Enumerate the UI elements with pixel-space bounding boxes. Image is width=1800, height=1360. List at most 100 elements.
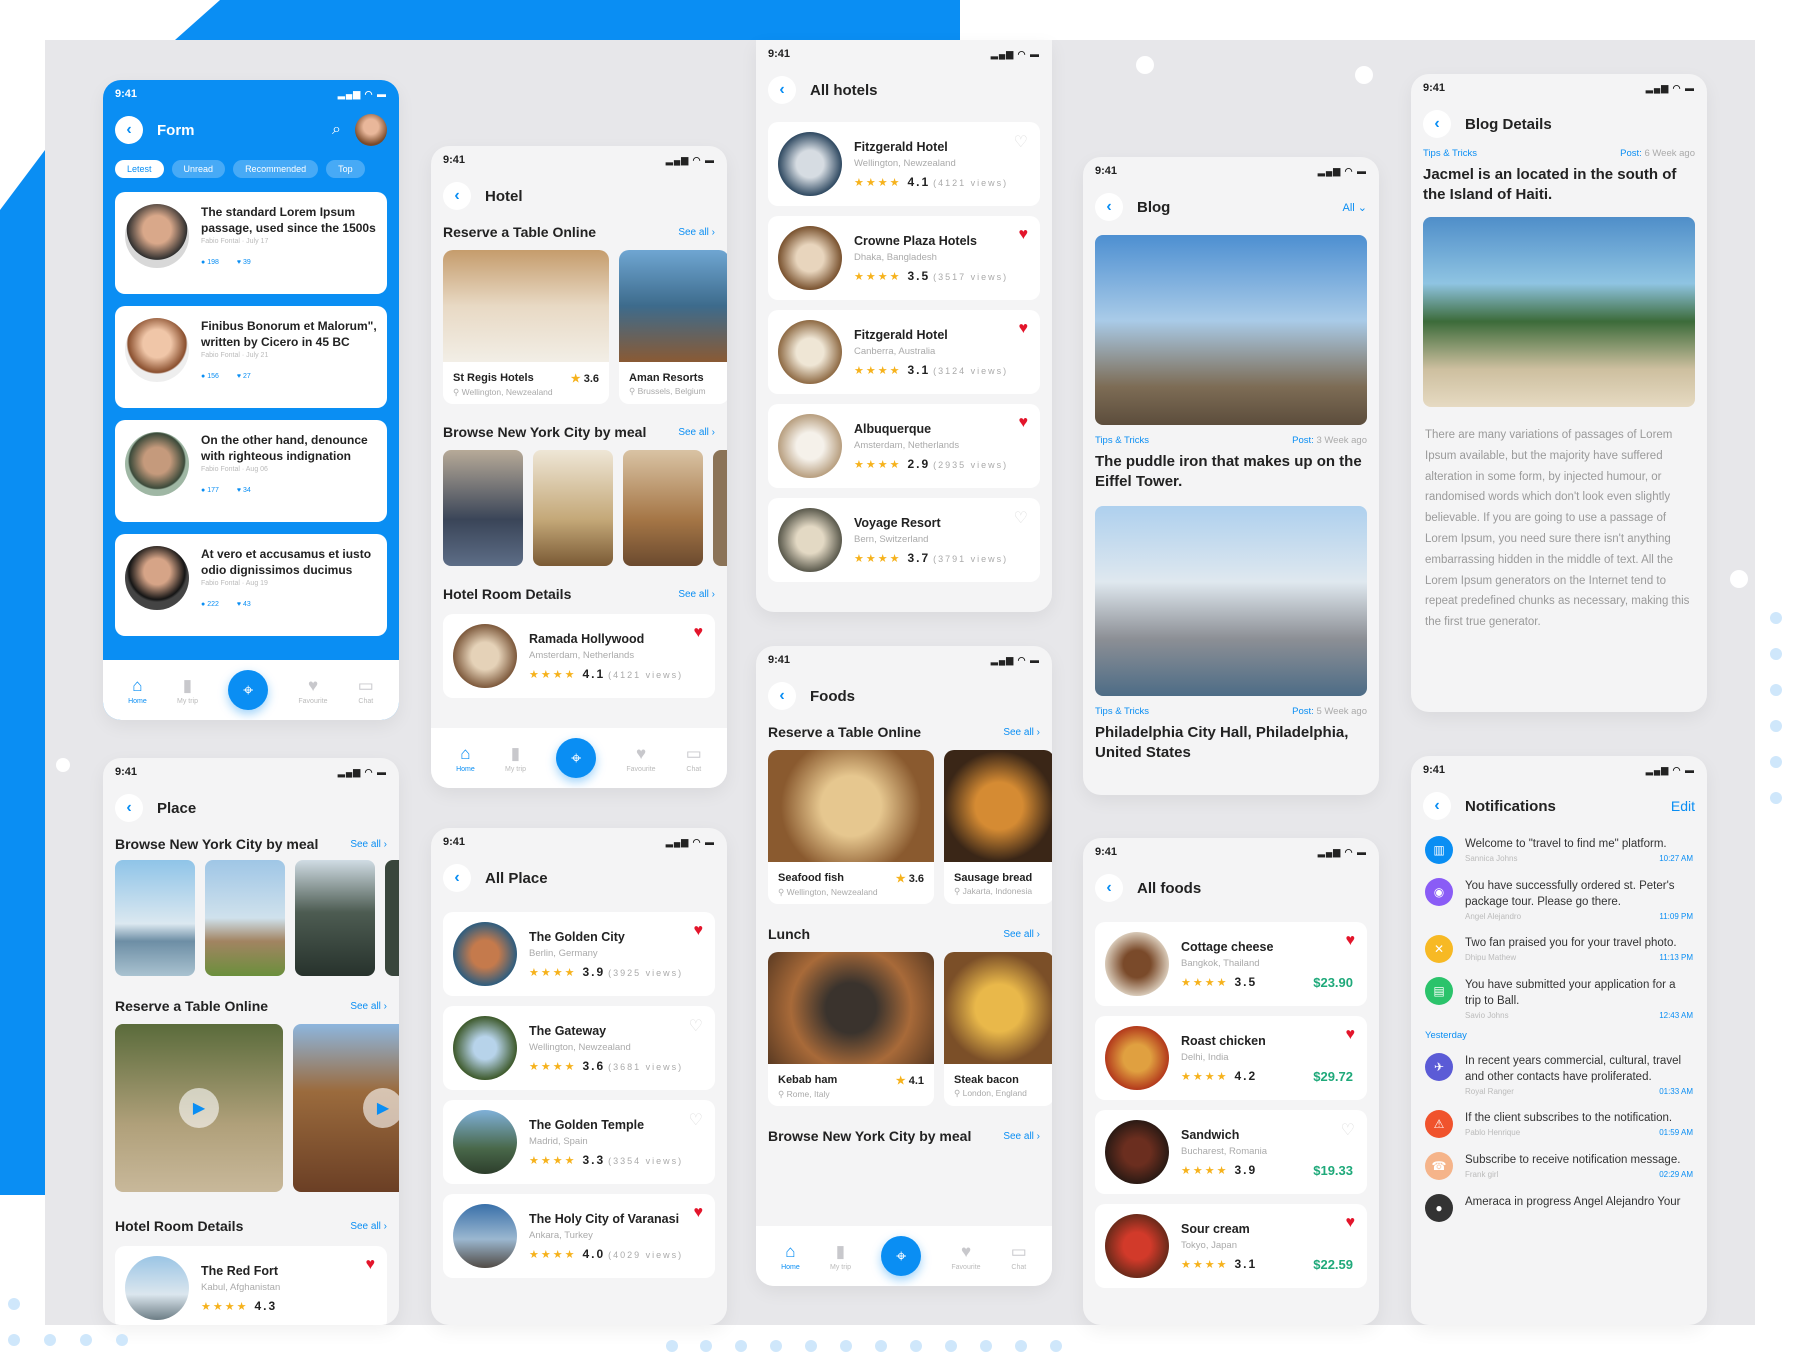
nav-favourite[interactable]: ♥ Favourite xyxy=(298,676,327,705)
notification-item[interactable]: ◉ You have successfully ordered st. Peter… xyxy=(1411,870,1707,927)
heart-outline-icon[interactable]: ♡ xyxy=(689,1016,703,1036)
blog-tag[interactable]: Tips & Tricks xyxy=(1095,706,1149,717)
nav-favourite[interactable]: ♥ Favourite xyxy=(626,744,655,773)
heart-outline-icon[interactable]: ♡ xyxy=(1014,508,1028,528)
hotel-card[interactable]: Aman Resorts ⚲ Brussels, Belgium xyxy=(619,250,727,404)
notification-item[interactable]: ✈ In recent years commercial, cultural, t… xyxy=(1411,1045,1707,1102)
back-button[interactable]: ‹ xyxy=(1423,792,1451,820)
hotel-card[interactable]: Albuquerque Amsterdam, Netherlands ★★★★ 2.9… xyxy=(768,404,1040,488)
heart-icon[interactable]: ♥ xyxy=(1346,932,1356,950)
back-button[interactable]: ‹ xyxy=(115,794,143,822)
play-icon[interactable]: ▶ xyxy=(363,1088,399,1128)
see-all-link[interactable]: See all › xyxy=(678,227,715,238)
food-card[interactable]: Sour cream Tokyo, Japan ★★★★ 3.1 ♥ $22.59 xyxy=(1095,1204,1367,1288)
heart-outline-icon[interactable]: ♡ xyxy=(1014,132,1028,152)
back-button[interactable]: ‹ xyxy=(115,116,143,144)
see-all-link[interactable]: See all › xyxy=(1003,727,1040,738)
food-card[interactable]: Sausage bread ⚲ Jakarta, Indonesia xyxy=(944,750,1052,904)
hotel-card[interactable]: Voyage Resort Bern, Switzerland ★★★★ 3.7 (37… xyxy=(768,498,1040,582)
place-card[interactable]: The Golden Temple Madrid, Spain ★★★★ 3.3 (33… xyxy=(443,1100,715,1184)
heart-icon[interactable]: ♥ xyxy=(1346,1214,1356,1232)
notification-item[interactable]: ☎ Subscribe to receive notification messa… xyxy=(1411,1144,1707,1186)
search-icon[interactable]: ⌕ xyxy=(332,121,341,139)
nav-home[interactable]: ⌂ Home xyxy=(128,676,147,705)
back-button[interactable]: ‹ xyxy=(443,864,471,892)
nav-chat[interactable]: ▭ Chat xyxy=(1011,1242,1027,1271)
blog-image[interactable] xyxy=(1095,506,1367,696)
hotel-card[interactable]: Crowne Plaza Hotels Dhaka, Bangladesh ★★★★… xyxy=(768,216,1040,300)
see-all-link[interactable]: See all › xyxy=(678,589,715,600)
blog-image[interactable] xyxy=(1095,235,1367,425)
place-photo[interactable] xyxy=(385,860,399,976)
avatar[interactable] xyxy=(355,114,387,146)
see-all-link[interactable]: See all › xyxy=(678,427,715,438)
heart-icon[interactable]: ♥ xyxy=(694,922,704,940)
nav-favourite[interactable]: ♥ Favourite xyxy=(951,1242,980,1271)
back-button[interactable]: ‹ xyxy=(768,682,796,710)
room-photo[interactable] xyxy=(713,450,727,566)
heart-icon[interactable]: ♥ xyxy=(1019,320,1029,338)
back-button[interactable]: ‹ xyxy=(1423,110,1451,138)
food-card[interactable]: Sandwich Bucharest, Romania ★★★★ 3.9 ♡ $19.33 xyxy=(1095,1110,1367,1194)
play-icon[interactable]: ▶ xyxy=(179,1088,219,1128)
nav-home[interactable]: ⌂ Home xyxy=(781,1242,800,1271)
room-photo[interactable] xyxy=(443,450,523,566)
back-button[interactable]: ‹ xyxy=(1095,193,1123,221)
nav-home[interactable]: ⌂ Home xyxy=(456,744,475,773)
notification-item[interactable]: ⚠ If the client subscribes to the notific… xyxy=(1411,1102,1707,1144)
place-card[interactable]: The Gateway Wellington, Newzealand ★★★★ 3.6… xyxy=(443,1006,715,1090)
blog-tag[interactable]: Tips & Tricks xyxy=(1423,148,1477,159)
food-card[interactable]: Roast chicken Delhi, India ★★★★ 4.2 ♥ $29.72 xyxy=(1095,1016,1367,1100)
list-item[interactable]: The standard Lorem Ipsum passage, used s… xyxy=(115,192,387,294)
blog-title[interactable]: The puddle iron that makes up on the Eif… xyxy=(1083,446,1379,498)
food-card[interactable]: Cottage cheese Bangkok, Thailand ★★★★ 3.5 ♥ $… xyxy=(1095,922,1367,1006)
nav-chat[interactable]: ▭ Chat xyxy=(358,676,374,705)
room-photo[interactable] xyxy=(533,450,613,566)
list-item[interactable]: On the other hand, denounce with righteo… xyxy=(115,420,387,522)
heart-icon[interactable]: ♥ xyxy=(366,1256,376,1274)
nav-trip[interactable]: ▮ My trip xyxy=(505,744,526,773)
place-card[interactable]: The Red Fort Kabul, Afghanistan ★★★★ 4.3 ♥ xyxy=(115,1246,387,1325)
place-photo[interactable] xyxy=(205,860,285,976)
notification-item[interactable]: ● Ameraca in progress Angel Alejandro You… xyxy=(1411,1186,1707,1228)
heart-outline-icon[interactable]: ♡ xyxy=(1341,1120,1355,1140)
filter-dropdown[interactable]: All ⌄ xyxy=(1342,201,1367,214)
see-all-link[interactable]: See all › xyxy=(350,839,387,850)
location-button[interactable]: ⌖ xyxy=(556,738,597,778)
place-photo[interactable] xyxy=(115,860,195,976)
food-card[interactable]: Seafood fish ★ 3.6 ⚲ Wellington, Newzealan… xyxy=(768,750,934,904)
heart-icon[interactable]: ♥ xyxy=(1019,226,1029,244)
nav-chat[interactable]: ▭ Chat xyxy=(686,744,702,773)
heart-icon[interactable]: ♥ xyxy=(694,1204,704,1222)
room-photo[interactable] xyxy=(623,450,703,566)
video-thumbnail[interactable]: ▶ xyxy=(115,1024,283,1192)
heart-icon[interactable]: ♥ xyxy=(694,624,704,642)
tab-letest[interactable]: Letest xyxy=(115,160,164,178)
location-button[interactable]: ⌖ xyxy=(228,670,269,710)
place-photo[interactable] xyxy=(295,860,375,976)
tab-unread[interactable]: Unread xyxy=(171,160,226,178)
hotel-card[interactable]: Fitzgerald Hotel Wellington, Newzealand ★★… xyxy=(768,122,1040,206)
see-all-link[interactable]: See all › xyxy=(1003,929,1040,940)
place-card[interactable]: The Holy City of Varanasi Ankara, Turkey ★… xyxy=(443,1194,715,1278)
blog-tag[interactable]: Tips & Tricks xyxy=(1095,435,1149,446)
food-card[interactable]: Kebab ham ★ 4.1 ⚲ Rome, Italy xyxy=(768,952,934,1106)
back-button[interactable]: ‹ xyxy=(1095,874,1123,902)
notification-item[interactable]: ✕ Two fan praised you for your travel pho… xyxy=(1411,927,1707,969)
hotel-card[interactable]: Fitzgerald Hotel Canberra, Australia ★★★★ 3… xyxy=(768,310,1040,394)
back-button[interactable]: ‹ xyxy=(768,76,796,104)
food-card[interactable]: Steak bacon ⚲ London, England xyxy=(944,952,1052,1106)
heart-icon[interactable]: ♥ xyxy=(1019,414,1029,432)
edit-button[interactable]: Edit xyxy=(1671,798,1695,814)
video-thumbnail[interactable]: ▶ xyxy=(293,1024,399,1192)
hotel-card[interactable]: St Regis Hotels ★ 3.6 ⚲ Wellington, Newze… xyxy=(443,250,609,404)
tab-top[interactable]: Top xyxy=(326,160,365,178)
see-all-link[interactable]: See all › xyxy=(350,1221,387,1232)
place-card[interactable]: The Golden City Berlin, Germany ★★★★ 3.9 (39… xyxy=(443,912,715,996)
tab-recommended[interactable]: Recommended xyxy=(233,160,319,178)
nav-trip[interactable]: ▮ My trip xyxy=(177,676,198,705)
heart-icon[interactable]: ♥ xyxy=(1346,1026,1356,1044)
nav-trip[interactable]: ▮ My trip xyxy=(830,1242,851,1271)
heart-outline-icon[interactable]: ♡ xyxy=(689,1110,703,1130)
notification-item[interactable]: ▥ Welcome to "travel to find me" platform… xyxy=(1411,828,1707,870)
